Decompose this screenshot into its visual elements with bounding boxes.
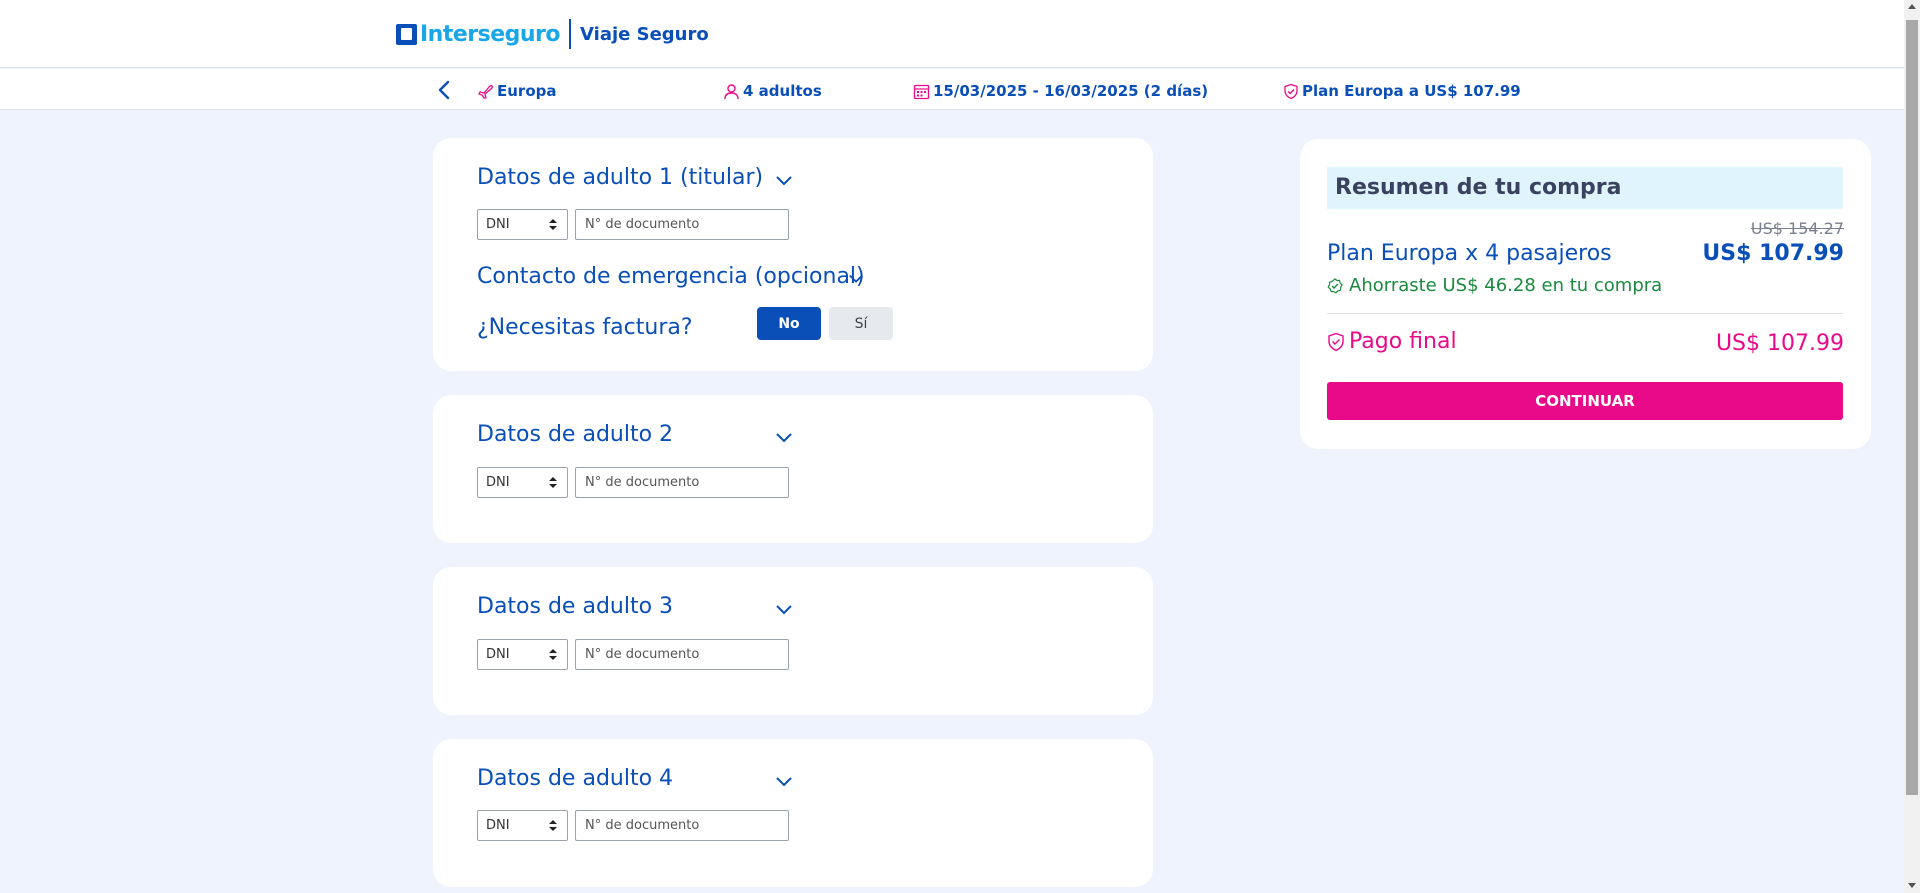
- scrollbar-thumb[interactable]: [1906, 20, 1918, 795]
- user-icon: [724, 83, 739, 99]
- final-payment-label: Pago final: [1327, 329, 1457, 354]
- doc-number-input[interactable]: [575, 810, 789, 841]
- emergency-contact-title[interactable]: Contacto de emergencia (opcional): [477, 264, 865, 289]
- trip-plan: Plan Europa a US$ 107.99: [1283, 82, 1521, 100]
- chevron-down-icon[interactable]: [848, 273, 864, 285]
- invoice-no-button[interactable]: No: [757, 307, 821, 340]
- calendar-icon: [913, 84, 930, 99]
- logo-brand-text: Interseguro: [420, 21, 561, 47]
- shield-check-icon: [1328, 332, 1344, 351]
- doc-type-value: DNI: [486, 818, 510, 833]
- adult-2-card: Datos de adulto 2 DNI: [433, 395, 1153, 543]
- top-header: Interseguro Viaje Seguro: [0, 0, 1904, 68]
- select-arrows-icon: [549, 820, 557, 831]
- plane-icon: [478, 85, 493, 99]
- doc-type-value: DNI: [486, 647, 510, 662]
- adult-3-card: Datos de adulto 3 DNI: [433, 567, 1153, 715]
- plan-price: US$ 107.99: [1702, 241, 1844, 266]
- invoice-question-label: ¿Necesitas factura?: [477, 315, 693, 340]
- page-scrollbar[interactable]: [1904, 0, 1920, 893]
- trip-travelers: 4 adultos: [723, 82, 822, 100]
- destination-label: Europa: [497, 82, 557, 100]
- original-price: US$ 154.27: [1750, 219, 1844, 238]
- dates-label: 15/03/2025 - 16/03/2025 (2 días): [933, 82, 1209, 100]
- logo-mark-icon: [396, 23, 417, 45]
- logo-product-text: Viaje Seguro: [580, 23, 709, 45]
- savings-message: Ahorraste US$ 46.28 en tu compra: [1327, 275, 1662, 296]
- invoice-yes-button[interactable]: Sí: [829, 307, 893, 340]
- chevron-down-icon[interactable]: [775, 175, 793, 187]
- scroll-up-arrow-icon[interactable]: [1908, 4, 1916, 9]
- savings-text: Ahorraste US$ 46.28 en tu compra: [1349, 275, 1663, 296]
- adult-4-title[interactable]: Datos de adulto 4: [477, 766, 673, 791]
- doc-number-input[interactable]: [575, 639, 789, 670]
- adult-4-card: Datos de adulto 4 DNI: [433, 739, 1153, 887]
- chevron-down-icon[interactable]: [775, 432, 793, 444]
- plan-passengers-label: Plan Europa x 4 pasajeros: [1327, 241, 1612, 266]
- plan-label: Plan Europa a US$ 107.99: [1302, 82, 1521, 100]
- interseguro-logo[interactable]: Interseguro Viaje Seguro: [396, 19, 709, 49]
- travelers-label: 4 adultos: [743, 82, 822, 100]
- doc-type-value: DNI: [486, 475, 510, 490]
- summary-title: Resumen de tu compra: [1327, 167, 1843, 209]
- doc-type-select[interactable]: DNI: [477, 810, 568, 841]
- doc-type-value: DNI: [486, 217, 510, 232]
- summary-divider: [1327, 313, 1843, 314]
- adult-3-title[interactable]: Datos de adulto 3: [477, 594, 673, 619]
- purchase-summary-card: Resumen de tu compra US$ 154.27 Plan Eur…: [1300, 139, 1871, 449]
- doc-type-select[interactable]: DNI: [477, 209, 568, 240]
- adult-2-title[interactable]: Datos de adulto 2: [477, 422, 673, 447]
- logo-divider: [569, 19, 572, 49]
- trip-dates: 15/03/2025 - 16/03/2025 (2 días): [913, 82, 1208, 100]
- adult-1-title[interactable]: Datos de adulto 1 (titular): [477, 165, 763, 190]
- check-badge-icon: [1327, 277, 1343, 294]
- shield-check-icon: [1284, 83, 1298, 99]
- scroll-down-arrow-icon[interactable]: [1908, 883, 1916, 888]
- doc-type-select[interactable]: DNI: [477, 639, 568, 670]
- chevron-down-icon[interactable]: [775, 776, 793, 788]
- trip-destination: Europa: [478, 82, 557, 100]
- select-arrows-icon: [549, 219, 557, 230]
- back-arrow-icon[interactable]: [434, 79, 456, 101]
- chevron-down-icon[interactable]: [775, 604, 793, 616]
- continue-button[interactable]: CONTINUAR: [1327, 382, 1843, 420]
- final-price: US$ 107.99: [1715, 331, 1844, 356]
- trip-summary-bar: Europa 4 adultos 15/03/2025 - 16/03/2025…: [0, 69, 1904, 110]
- select-arrows-icon: [549, 477, 557, 488]
- adult-1-card: Datos de adulto 1 (titular) DNI Contacto…: [433, 138, 1153, 371]
- doc-type-select[interactable]: DNI: [477, 467, 568, 498]
- final-payment-text: Pago final: [1349, 329, 1457, 354]
- select-arrows-icon: [549, 649, 557, 660]
- doc-number-input[interactable]: [575, 467, 789, 498]
- doc-number-input[interactable]: [575, 209, 789, 240]
